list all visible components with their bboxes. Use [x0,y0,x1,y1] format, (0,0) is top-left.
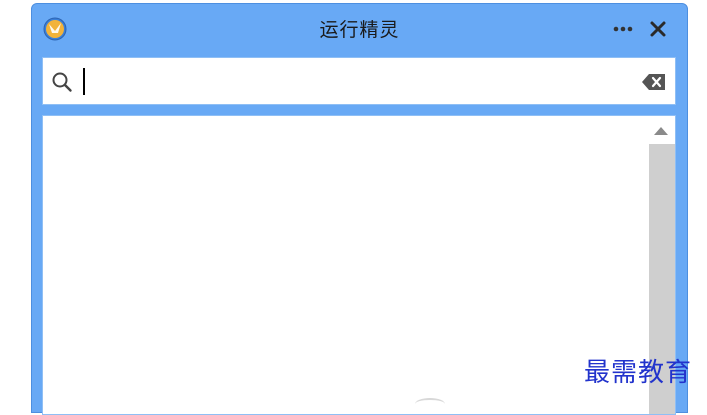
window-title: 运行精灵 [319,19,400,41]
titlebar[interactable]: 运行精灵 [32,4,687,54]
text-cursor [83,68,85,95]
backspace-clear-icon [642,74,665,90]
close-button[interactable] [647,18,669,40]
search-bar [42,57,676,105]
scroll-up-button[interactable] [647,120,675,142]
results-list[interactable] [42,115,676,415]
faint-graphic [415,398,445,410]
search-input[interactable] [81,66,640,98]
watermark: 最需教育 [584,358,693,388]
scroll-up-arrow-icon [654,127,668,135]
more-options-button[interactable] [610,19,636,39]
clear-input-button[interactable] [641,72,667,92]
search-icon [51,71,73,93]
